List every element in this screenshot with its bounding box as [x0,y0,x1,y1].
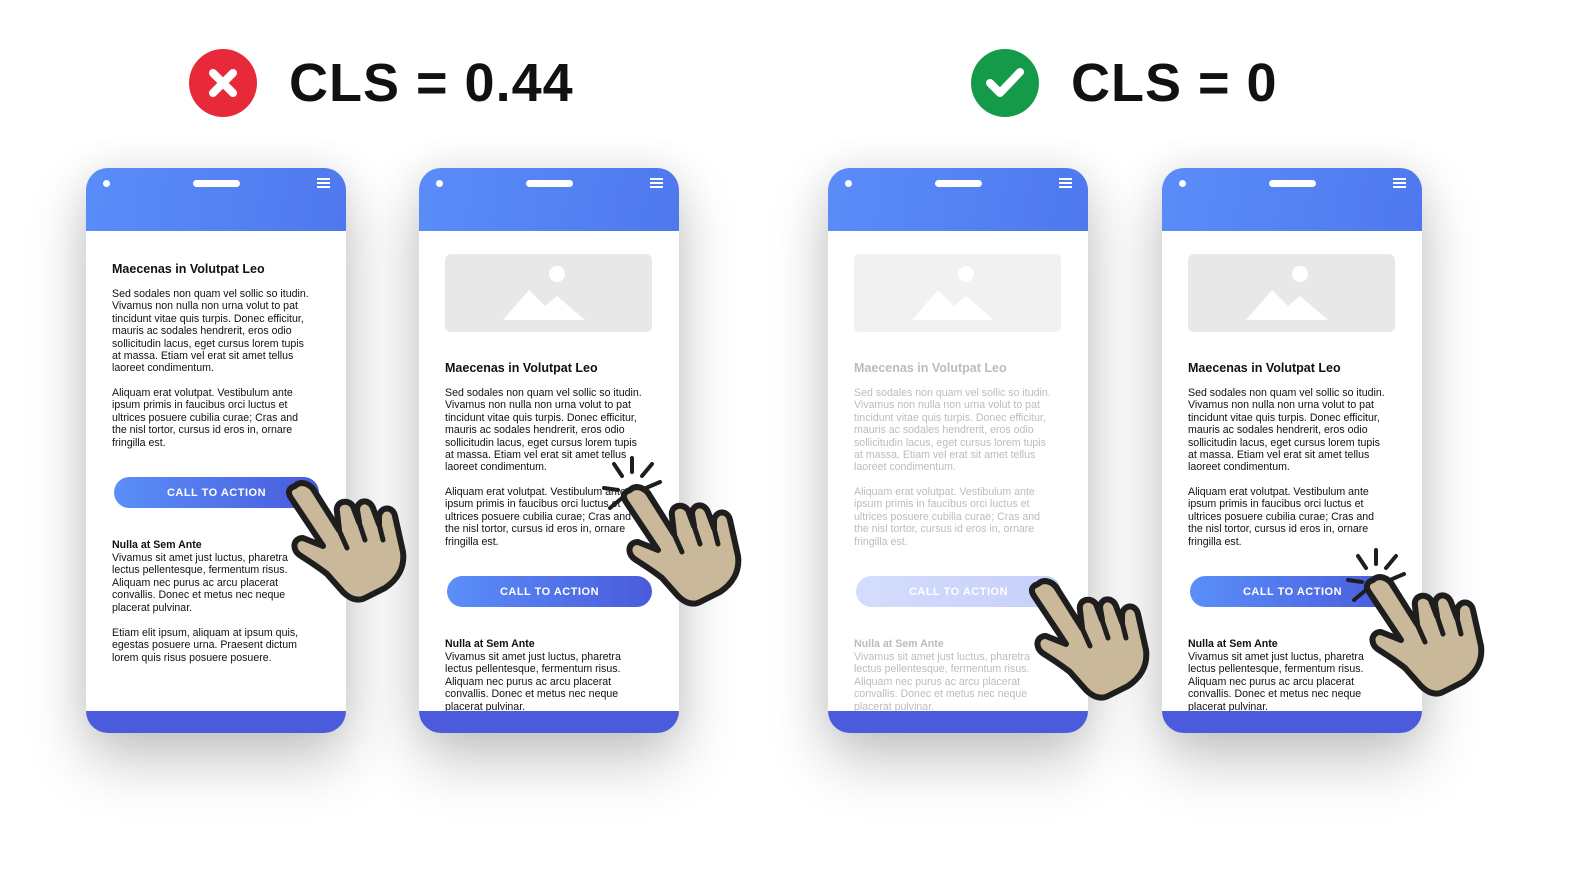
hand-cursor-icon [289,483,403,599]
hand-cursor-icon [1032,581,1146,697]
hands-overlay [0,456,1570,875]
hand-cursor-icon [1367,577,1481,693]
hand-cursor-icon [624,487,738,603]
